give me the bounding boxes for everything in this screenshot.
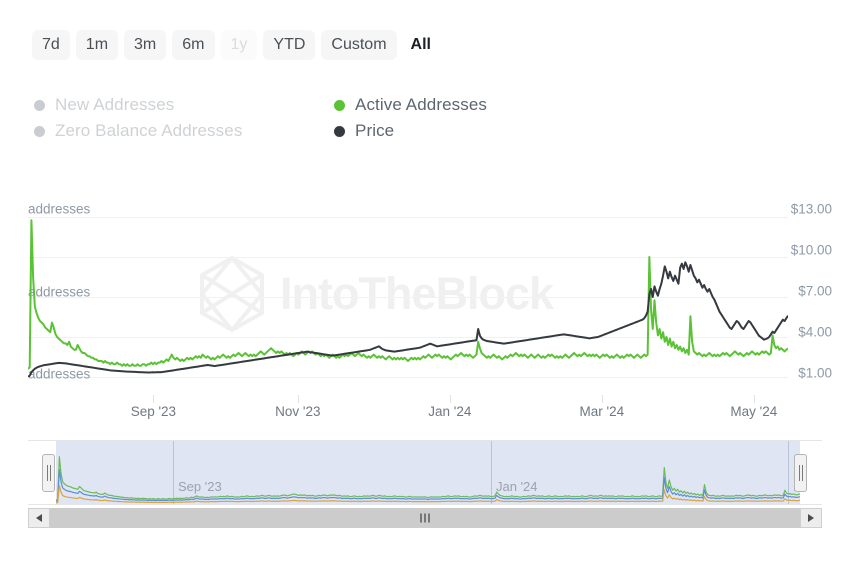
y-axis-right-tick-4: $1.00 [798,365,832,381]
chart-legend: New Addresses Active Addresses Zero Bala… [34,92,554,144]
scrollbar-left-arrow-button[interactable] [28,508,50,528]
legend-dot-new-addresses [34,99,45,111]
legend-item-active-addresses[interactable]: Active Addresses [334,95,554,115]
chart-navigator[interactable]: Sep '23 Jan '24 M [28,440,822,505]
chevron-right-icon [808,514,814,522]
x-axis-tick [153,395,155,403]
range-button-custom[interactable]: Custom [321,30,397,60]
navigator-series-plot [28,441,822,504]
y-axis-right-tick-3: $4.00 [798,324,832,340]
range-button-6m[interactable]: 6m [172,30,215,60]
main-chart[interactable]: addresses addresses addresses $13.00 $10… [0,195,850,395]
legend-dot-zero-balance-addresses [34,125,45,137]
legend-dot-active-addresses [334,99,345,111]
range-button-1y: 1y [220,30,258,60]
x-axis: Sep '23 Nov '23 Jan '24 Mar '24 May '24 [0,395,850,423]
x-axis-tick [601,395,603,403]
x-axis-label: Jan '24 [428,404,472,419]
scrollbar-track[interactable] [50,508,800,528]
navigator-handle-right[interactable] [794,454,807,492]
x-axis-label: May '24 [730,404,778,419]
scrollbar-right-arrow-button[interactable] [800,508,822,528]
range-button-7d[interactable]: 7d [32,30,70,60]
range-button-ytd[interactable]: YTD [263,30,316,60]
y-axis-left-tick-0: addresses [28,201,91,217]
x-axis-tick [297,395,299,403]
legend-label-active-addresses: Active Addresses [355,95,487,114]
scrollbar-grip[interactable] [420,513,430,523]
x-axis-label: Sep '23 [130,404,177,419]
legend-item-new-addresses[interactable]: New Addresses [34,95,334,115]
x-axis-tick [753,395,755,403]
range-button-1m[interactable]: 1m [75,30,119,60]
x-axis-tick [449,395,451,403]
x-axis-label: Nov '23 [275,404,321,419]
gridline [28,377,788,378]
chevron-left-icon [36,514,42,522]
range-button-all[interactable]: All [403,30,439,60]
navigator-handle-left[interactable] [42,454,55,492]
legend-label-price: Price [355,121,395,140]
legend-item-price[interactable]: Price [334,121,554,141]
legend-item-zero-balance-addresses[interactable]: Zero Balance Addresses [34,121,334,141]
y-axis-right-tick-2: $7.00 [798,283,832,299]
y-axis-right-tick-0: $13.00 [790,201,832,217]
legend-dot-price [334,125,345,137]
range-button-3m[interactable]: 3m [124,30,167,60]
intotheblock-chart-widget: 7d 1m 3m 6m 1y YTD Custom All New Addres… [0,0,850,567]
range-selector: 7d 1m 3m 6m 1y YTD Custom All [32,30,439,60]
chart-scrollbar[interactable] [28,508,822,528]
chart-plot-area[interactable] [28,217,788,377]
y-axis-right-tick-1: $10.00 [790,242,832,258]
legend-label-zero-balance-addresses: Zero Balance Addresses [55,121,243,140]
legend-label-new-addresses: New Addresses [55,95,175,114]
x-axis-label: Mar '24 [579,404,625,419]
